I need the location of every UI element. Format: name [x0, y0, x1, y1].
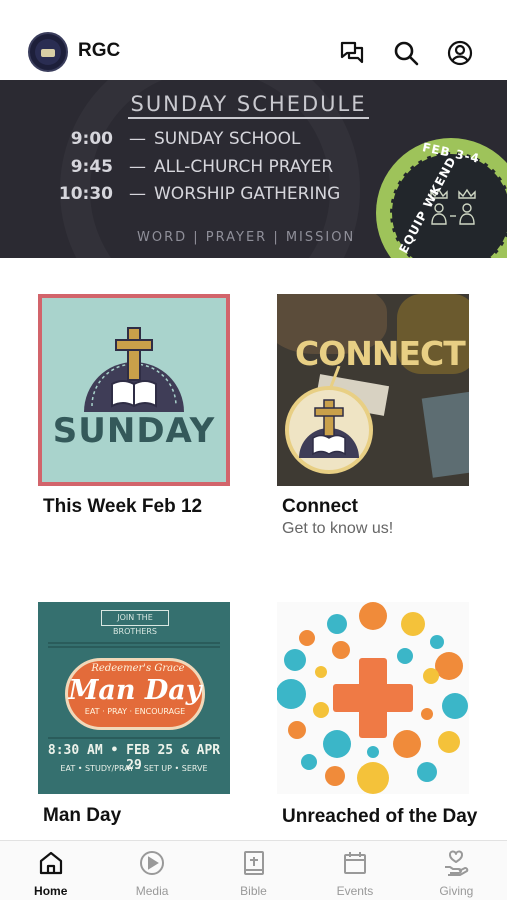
profile-icon[interactable]	[445, 38, 475, 68]
dots-cross-graphic	[277, 602, 468, 794]
messages-icon[interactable]	[337, 38, 367, 68]
schedule-row: 9:45— ALL-CHURCH PRAYER	[58, 157, 333, 177]
app-title: RGC	[78, 40, 121, 61]
calendar-icon	[343, 852, 366, 874]
sunday-schedule-banner[interactable]: SUNDAY SCHEDULE 9:00— SUNDAY SCHOOL 9:45—…	[0, 80, 507, 258]
schedule-time: 9:00	[70, 129, 113, 149]
schedule-event: ALL-CHURCH PRAYER	[154, 157, 334, 177]
connect-image[interactable]: CONNECT	[277, 294, 469, 486]
app-header: RGC	[0, 0, 507, 80]
nav-media[interactable]: Media	[101, 841, 202, 900]
tile-title[interactable]: This Week Feb 12	[43, 496, 202, 518]
man-day-main: Man Day	[68, 675, 202, 706]
nav-giving[interactable]: Giving	[406, 841, 507, 900]
tile-title[interactable]: Connect	[282, 496, 358, 518]
schedule-time: 9:45	[70, 157, 113, 177]
banner-title: SUNDAY SCHEDULE	[0, 92, 507, 119]
stripe	[48, 646, 220, 648]
nav-bible[interactable]: Bible	[203, 841, 304, 900]
man-day-sub: Redeemer's Grace	[91, 663, 185, 674]
tile-title[interactable]: Man Day	[43, 805, 121, 827]
nav-label: Home	[34, 884, 68, 898]
nav-label: Bible	[240, 884, 267, 898]
bottom-navigation: Home Media Bible Events Giving	[0, 840, 507, 900]
connect-emblem	[285, 366, 373, 474]
nav-label: Events	[336, 884, 374, 898]
logo-emblem	[35, 39, 61, 65]
tile-title[interactable]: Unreached of the Day	[282, 805, 482, 829]
man-day-image[interactable]: JOIN THE BROTHERS Redeemer's Grace Man D…	[38, 602, 230, 794]
photo-shape	[421, 390, 469, 478]
unreached-image[interactable]	[277, 602, 469, 794]
man-day-oval: Redeemer's Grace Man Day EAT · PRAY · EN…	[65, 658, 205, 730]
banner-title-text: SUNDAY SCHEDULE	[128, 92, 369, 119]
nav-label: Media	[135, 884, 169, 898]
schedule-event: SUNDAY SCHOOL	[154, 129, 301, 149]
church-logo[interactable]	[28, 32, 68, 72]
man-day-tag: EAT · PRAY · ENCOURAGE	[84, 707, 186, 716]
schedule-time: 10:30	[58, 184, 113, 204]
stripe	[48, 737, 220, 739]
man-day-foot: EAT • STUDY/PRAY • SET UP • SERVE	[60, 764, 208, 773]
sunday-image-text: SUNDAY	[52, 411, 216, 451]
banner-footer: WORD | PRAYER | MISSION	[137, 230, 356, 245]
play-icon	[140, 851, 165, 875]
nav-home[interactable]: Home	[0, 841, 101, 900]
equip-weekend-badge: FEB 3-4 EQUIP WKEND	[376, 138, 507, 258]
cross-bible-emblem	[84, 327, 184, 412]
schedule-event: WORSHIP GATHERING	[154, 184, 341, 204]
sunday-image[interactable]: SUNDAY	[38, 294, 230, 486]
stripe	[48, 642, 220, 644]
schedule-row: 9:00— SUNDAY SCHOOL	[58, 129, 301, 149]
nav-label: Giving	[439, 884, 474, 898]
search-icon[interactable]	[391, 38, 421, 68]
tile-subtitle: Get to know us!	[282, 520, 394, 537]
schedule-row: 10:30— WORSHIP GATHERING	[58, 184, 341, 204]
man-day-top-label: JOIN THE BROTHERS	[101, 610, 169, 636]
nav-events[interactable]: Events	[304, 841, 405, 900]
bible-icon	[243, 851, 264, 875]
giving-icon	[445, 850, 469, 876]
home-icon	[39, 851, 62, 875]
